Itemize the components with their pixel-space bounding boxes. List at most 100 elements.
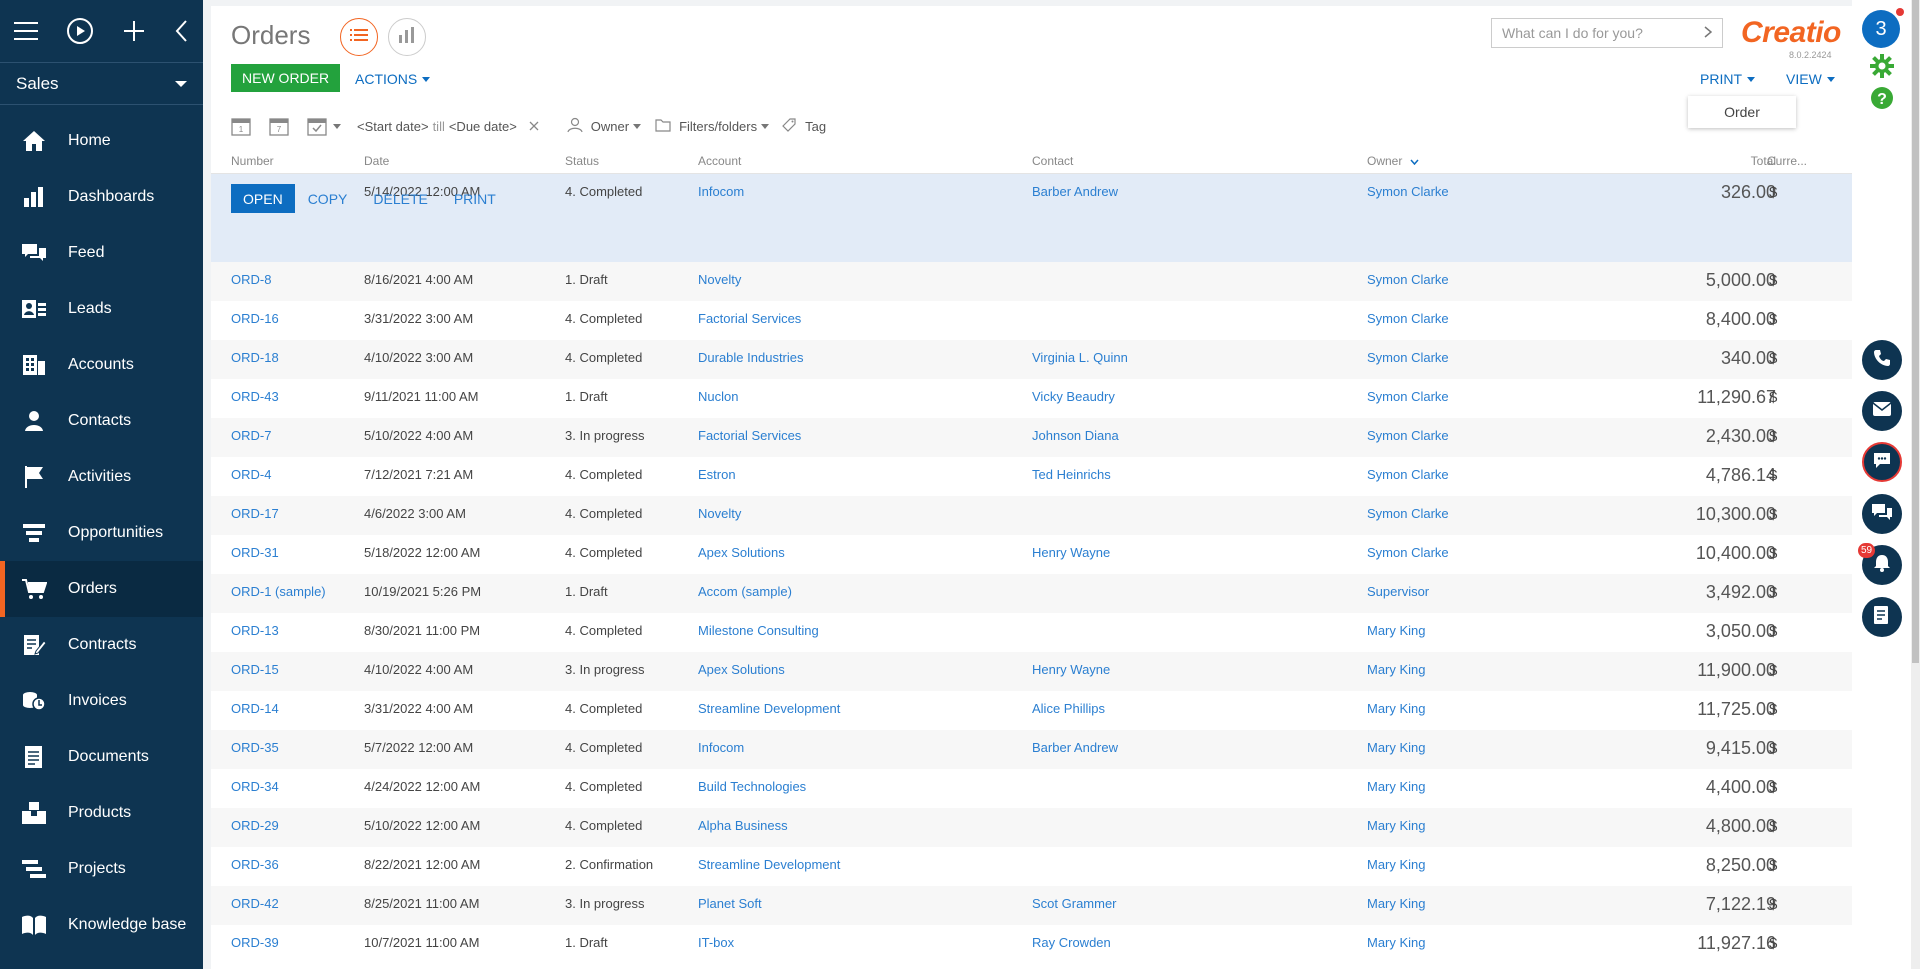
cell-owner[interactable]: Supervisor [1367,584,1429,599]
sidebar-item-feed[interactable]: Feed [0,225,203,281]
cell-contact[interactable]: Ted Heinrichs [1032,467,1111,482]
cell-number[interactable]: ORD-36 [231,857,279,872]
cell-owner[interactable]: Mary King [1367,779,1426,794]
cell-owner[interactable]: Mary King [1367,701,1426,716]
cell-account[interactable]: Factorial Services [698,311,801,326]
cell-number[interactable]: ORD-35 [231,740,279,755]
delete-button[interactable]: DELETE [360,184,440,213]
cell-number[interactable]: ORD-42 [231,896,279,911]
cell-account[interactable]: Planet Soft [698,896,762,911]
cell-contact[interactable]: Henry Wayne [1032,545,1110,560]
print-button[interactable]: PRINT [1700,71,1755,87]
table-row[interactable]: ORD-18 4/10/2022 3:00 AM 4. Completed Durab… [211,340,1852,379]
cell-owner[interactable]: Mary King [1367,896,1426,911]
print-menu-item-order[interactable]: Order [1688,96,1796,128]
sidebar-item-products[interactable]: Products [0,785,203,841]
cell-owner[interactable]: Mary King [1367,740,1426,755]
sidebar-item-activities[interactable]: Activities [0,449,203,505]
cell-account[interactable]: Accom (sample) [698,584,792,599]
sidebar-item-invoices[interactable]: Invoices [0,673,203,729]
start-date-filter[interactable]: <Start date> [357,119,429,134]
sidebar-item-orders[interactable]: Orders [0,561,203,617]
cell-account[interactable]: IT-box [698,935,734,950]
cell-account[interactable]: Factorial Services [698,428,801,443]
cell-account[interactable]: Streamline Development [698,701,840,716]
cell-contact[interactable]: Vicky Beaudry [1032,389,1115,404]
cell-contact[interactable]: Virginia L. Quinn [1032,350,1128,365]
menu-icon[interactable] [14,21,38,41]
gear-icon[interactable] [1870,54,1894,83]
cell-owner[interactable]: Symon Clarke [1367,506,1449,521]
chat-button[interactable] [1862,442,1902,482]
cell-owner[interactable]: Mary King [1367,818,1426,833]
sidebar-item-contracts[interactable]: Contracts [0,617,203,673]
command-line-input[interactable]: What can I do for you? [1491,18,1723,48]
tag-button[interactable]: Tag [805,119,826,134]
table-row[interactable]: ORD-17 4/6/2022 3:00 AM 4. Completed Novelt… [211,496,1852,535]
table-row[interactable]: ORD-29 5/10/2022 12:00 AM 4. Completed Alph… [211,808,1852,847]
row-print-button[interactable]: PRINT [441,184,509,213]
process-button[interactable] [1862,597,1902,637]
table-row[interactable]: ORD-13 8/30/2021 11:00 PM 4. Completed Mile… [211,613,1852,652]
cell-number[interactable]: ORD-34 [231,779,279,794]
cell-account[interactable]: Novelty [698,506,741,521]
new-order-button[interactable]: NEW ORDER [231,64,341,92]
table-row[interactable]: ORD-34 4/24/2022 12:00 AM 4. Completed Buil… [211,769,1852,808]
profile-button[interactable]: 3 [1862,10,1900,48]
cell-contact[interactable]: Henry Wayne [1032,662,1110,677]
scrollbar-thumb[interactable] [1912,0,1919,663]
analytics-view-button[interactable] [388,18,426,56]
table-row[interactable]: ORD-15 4/10/2022 4:00 AM 3. In progress Ape… [211,652,1852,691]
cell-number[interactable]: ORD-7 [231,428,271,443]
cell-account[interactable]: Milestone Consulting [698,623,819,638]
cell-account[interactable]: Streamline Development [698,857,840,872]
column-account[interactable]: Account [698,154,741,168]
cell-number[interactable]: ORD-31 [231,545,279,560]
sidebar-item-dashboards[interactable]: Dashboards [0,169,203,225]
table-row[interactable]: ORD-35 5/7/2022 12:00 AM 4. Completed Infoc… [211,730,1852,769]
sidebar-item-knowledge-base[interactable]: Knowledge base [0,897,203,953]
cell-contact[interactable]: Scot Grammer [1032,896,1117,911]
sidebar-item-home[interactable]: Home [0,113,203,169]
add-icon[interactable] [122,19,146,43]
column-currency[interactable]: Curre... [1767,154,1807,168]
copy-button[interactable]: COPY [295,184,361,213]
list-view-button[interactable] [340,18,378,56]
phone-button[interactable] [1862,340,1902,380]
table-row[interactable]: ORD-31 5/18/2022 12:00 AM 4. Completed Apex… [211,535,1852,574]
cell-account[interactable]: Nuclon [698,389,738,404]
column-contact[interactable]: Contact [1032,154,1073,168]
column-number[interactable]: Number [231,154,274,168]
table-row[interactable]: ORD-14 3/31/2022 4:00 AM 4. Completed Strea… [211,691,1852,730]
sidebar-item-accounts[interactable]: Accounts [0,337,203,393]
cell-account[interactable]: Estron [698,467,736,482]
cell-owner[interactable]: Symon Clarke [1367,545,1449,560]
cell-number[interactable]: ORD-8 [231,272,271,287]
filters-folders-button[interactable]: Filters/folders [679,119,757,134]
sidebar-item-leads[interactable]: Leads [0,281,203,337]
cell-number[interactable]: ORD-18 [231,350,279,365]
collapse-chevron-icon[interactable] [174,19,188,43]
process-play-icon[interactable] [66,17,94,45]
cell-number[interactable]: ORD-29 [231,818,279,833]
day-calendar-icon[interactable]: 1 [231,116,251,136]
cell-owner[interactable]: Symon Clarke [1367,467,1449,482]
sidebar-item-contacts[interactable]: Contacts [0,393,203,449]
cell-owner[interactable]: Mary King [1367,662,1426,677]
cell-number[interactable]: ORD-15 [231,662,279,677]
cell-number[interactable]: ORD-4 [231,467,271,482]
cell-owner[interactable]: Mary King [1367,935,1426,950]
cell-owner[interactable]: Symon Clarke [1367,428,1449,443]
email-button[interactable] [1862,391,1902,431]
column-owner[interactable]: Owner [1367,154,1419,168]
table-row[interactable]: ORD-1 (sample) 10/19/2021 5:26 PM 1. Draft… [211,574,1852,613]
open-button[interactable]: OPEN [231,184,295,213]
column-date[interactable]: Date [364,154,389,168]
cell-number[interactable]: ORD-14 [231,701,279,716]
table-row-selected[interactable]: ORD-335/14/2022 12:00 AM4. CompletedInfo… [211,174,1852,262]
table-row[interactable]: ORD-36 8/22/2021 12:00 AM 2. Confirmation S… [211,847,1852,886]
week-calendar-icon[interactable]: 7 [269,116,289,136]
cell-number[interactable]: ORD-16 [231,311,279,326]
period-calendar-icon[interactable] [307,116,345,136]
column-status[interactable]: Status [565,154,599,168]
